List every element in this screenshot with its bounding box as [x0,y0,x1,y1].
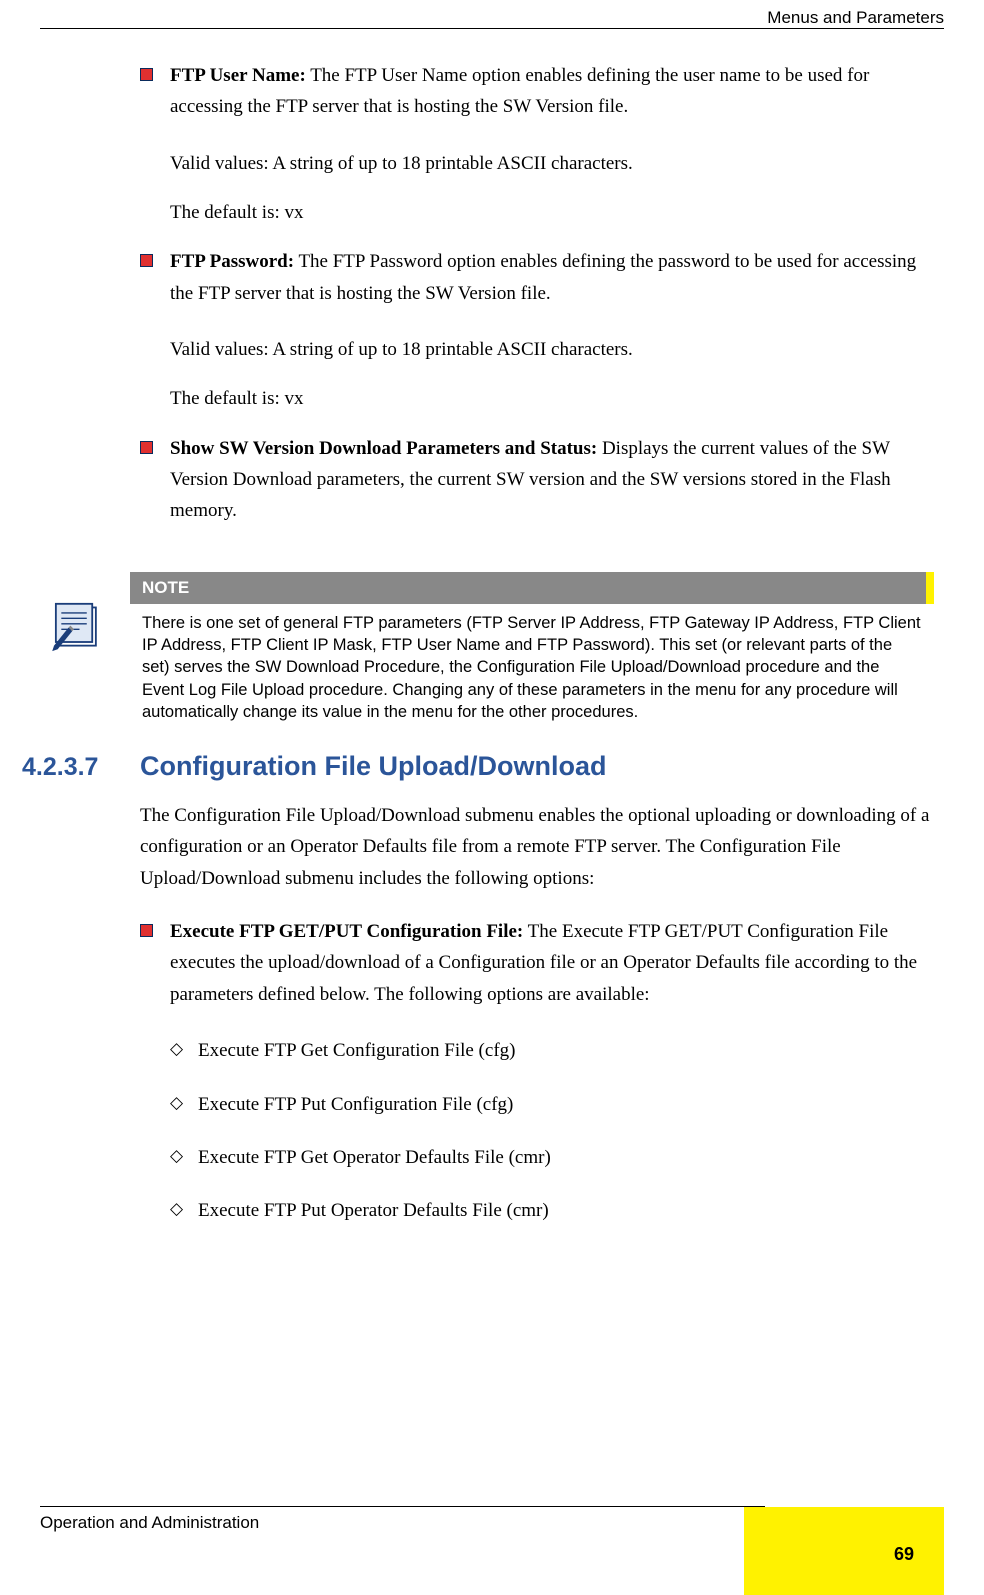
bullet-ftp-password: FTP Password: The FTP Password option en… [140,246,934,309]
note-block: NOTE There is one set of general FTP par… [130,572,934,723]
bullet-title: FTP Password: [170,251,294,272]
bullet-title: Execute FTP GET/PUT Configuration File: [170,921,523,942]
note-icon [52,602,107,652]
option-get-cmr: Execute FTP Get Operator Defaults File (… [198,1142,934,1173]
bullet-title: Show SW Version Download Parameters and … [170,438,597,459]
bullet-title: FTP User Name: [170,65,306,86]
bullet-ftp-user-name: FTP User Name: The FTP User Name option … [140,60,934,123]
bullet-show-sw-version: Show SW Version Download Parameters and … [140,433,934,527]
default-value-text: The default is: vx [140,383,934,414]
options-list: Execute FTP Get Configuration File (cfg)… [140,1035,934,1226]
section-heading: 4.2.3.7 Configuration File Upload/Downlo… [22,751,934,782]
section-number: 4.2.3.7 [22,753,140,782]
valid-values-text: Valid values: A string of up to 18 print… [140,334,934,365]
default-value-text: The default is: vx [140,197,934,228]
section-title: Configuration File Upload/Download [140,751,606,782]
footer-accent [744,1507,944,1595]
option-put-cmr: Execute FTP Put Operator Defaults File (… [198,1195,934,1226]
valid-values-text: Valid values: A string of up to 18 print… [140,148,934,179]
bullet-execute-ftp: Execute FTP GET/PUT Configuration File: … [140,916,934,1010]
note-body: There is one set of general FTP paramete… [130,604,934,723]
header-chapter: Menus and Parameters [767,8,944,28]
page-number: 69 [894,1544,914,1565]
footer-divider [40,1506,765,1507]
note-label: NOTE [130,572,934,604]
header-divider [40,28,944,29]
option-get-cfg: Execute FTP Get Configuration File (cfg) [198,1035,934,1066]
page-content: FTP User Name: The FTP User Name option … [140,60,934,1249]
option-put-cfg: Execute FTP Put Configuration File (cfg) [198,1089,934,1120]
section-intro: The Configuration File Upload/Download s… [140,800,934,894]
footer-text: Operation and Administration [40,1513,259,1533]
